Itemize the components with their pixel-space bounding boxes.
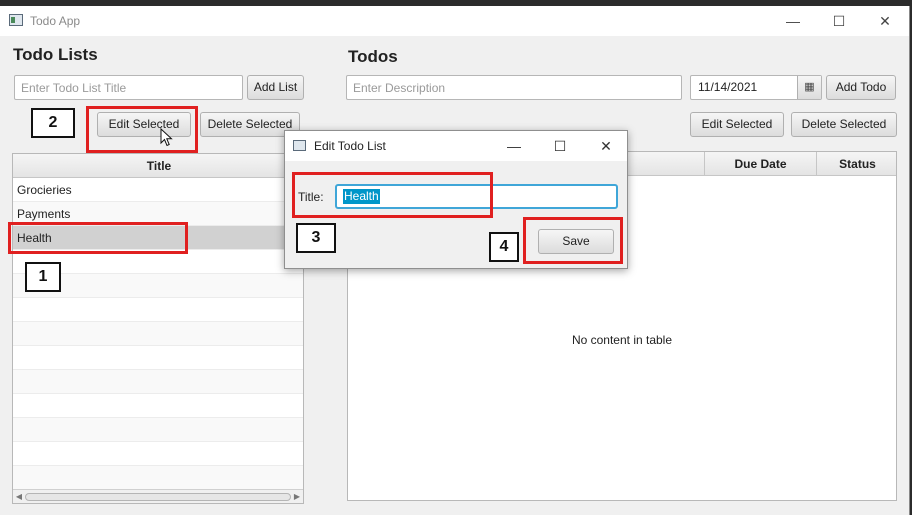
dialog-titlebar: Edit Todo List — ☐ ✕ bbox=[285, 131, 627, 161]
highlight-title-field bbox=[292, 172, 493, 218]
window-title: Todo App bbox=[30, 14, 81, 28]
close-icon[interactable]: ✕ bbox=[862, 6, 908, 36]
highlight-health-row bbox=[8, 222, 188, 254]
calendar-icon[interactable]: ▦ bbox=[797, 76, 821, 99]
step-number-4: 4 bbox=[489, 232, 519, 262]
minimize-icon[interactable]: — bbox=[770, 6, 816, 36]
scrollbar-thumb[interactable] bbox=[25, 493, 291, 501]
table-row bbox=[13, 298, 303, 322]
horizontal-scrollbar[interactable]: ◀ ▶ bbox=[13, 489, 303, 503]
delete-todo-button[interactable]: Delete Selected bbox=[791, 112, 897, 137]
table-header: Title bbox=[13, 154, 303, 178]
step-number-2: 2 bbox=[31, 108, 75, 138]
table-row bbox=[13, 466, 303, 490]
app-icon bbox=[9, 14, 23, 26]
table-row bbox=[13, 370, 303, 394]
todo-description-input[interactable] bbox=[346, 75, 682, 100]
highlight-save-button bbox=[523, 217, 623, 264]
step-number-3: 3 bbox=[296, 223, 336, 253]
table-row bbox=[13, 418, 303, 442]
todo-lists-heading: Todo Lists bbox=[13, 45, 98, 64]
mouse-cursor-icon bbox=[160, 128, 173, 147]
todo-list-title-input[interactable] bbox=[14, 75, 243, 100]
column-status[interactable]: Status bbox=[817, 152, 896, 176]
add-todo-button[interactable]: Add Todo bbox=[826, 75, 896, 100]
edit-todo-button[interactable]: Edit Selected bbox=[690, 112, 784, 137]
table-row bbox=[13, 442, 303, 466]
maximize-icon[interactable]: ☐ bbox=[816, 6, 862, 36]
todos-heading: Todos bbox=[348, 47, 398, 66]
dialog-app-icon bbox=[293, 140, 306, 151]
dialog-title: Edit Todo List bbox=[314, 139, 386, 153]
todo-lists-table[interactable]: Title Grocieries Payments Health ◀ ▶ bbox=[12, 153, 304, 504]
due-date-value: 11/14/2021 bbox=[698, 80, 758, 94]
table-row bbox=[13, 322, 303, 346]
dialog-maximize-icon[interactable]: ☐ bbox=[537, 131, 583, 161]
column-title[interactable]: Title bbox=[13, 154, 303, 178]
dialog-close-icon[interactable]: ✕ bbox=[583, 131, 629, 161]
table-row bbox=[13, 394, 303, 418]
table-row bbox=[13, 346, 303, 370]
add-list-button[interactable]: Add List bbox=[247, 75, 304, 100]
empty-table-message: No content in table bbox=[571, 333, 673, 347]
highlight-edit-button bbox=[86, 106, 198, 153]
due-date-picker[interactable]: 11/14/2021 ▦ bbox=[690, 75, 822, 100]
scroll-right-icon[interactable]: ▶ bbox=[291, 490, 303, 503]
list-item[interactable]: Grocieries bbox=[13, 178, 303, 202]
dialog-minimize-icon[interactable]: — bbox=[491, 131, 537, 161]
scroll-left-icon[interactable]: ◀ bbox=[13, 490, 25, 503]
step-number-1: 1 bbox=[25, 262, 61, 292]
column-due-date[interactable]: Due Date bbox=[705, 152, 817, 176]
window-titlebar: Todo App — ☐ ✕ bbox=[0, 6, 909, 36]
